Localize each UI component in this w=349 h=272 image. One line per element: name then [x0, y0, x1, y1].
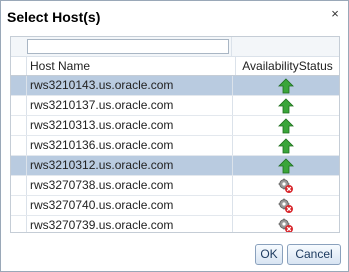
host-name-cell: rws3210143.us.oracle.com [27, 76, 233, 95]
filter-row [11, 37, 339, 57]
availability-status-cell [233, 156, 339, 175]
availability-status-cell [233, 216, 339, 232]
table-row[interactable]: rws3210313.us.oracle.com [11, 116, 339, 136]
availability-status-cell [233, 136, 339, 155]
table-body: rws3210143.us.oracle.com rws3210137.us.or… [11, 76, 339, 232]
gear-error-icon [278, 178, 294, 194]
up-arrow-icon [278, 137, 294, 154]
up-arrow-icon [278, 77, 294, 94]
host-name-cell: rws3210136.us.oracle.com [27, 136, 233, 155]
table-header: Host Name AvailabilityStatus [11, 57, 339, 76]
column-header-availability-status[interactable]: AvailabilityStatus [236, 57, 339, 75]
availability-status-cell [233, 96, 339, 115]
up-arrow-icon [278, 117, 294, 134]
up-arrow-icon [278, 97, 294, 114]
availability-status-cell [233, 176, 339, 195]
host-filter-input[interactable] [27, 39, 229, 54]
ok-button[interactable]: OK [255, 244, 283, 265]
gear-error-icon [278, 218, 294, 232]
gear-error-icon [278, 198, 294, 214]
dialog-title: Select Host(s) [7, 9, 101, 25]
table-row[interactable]: rws3210143.us.oracle.com [11, 76, 339, 96]
dialog-buttons: OK Cancel [255, 244, 341, 265]
host-name-cell: rws3270739.us.oracle.com [27, 216, 233, 232]
table-row[interactable]: rws3210312.us.oracle.com [11, 156, 339, 176]
table-row[interactable]: rws3210137.us.oracle.com [11, 96, 339, 116]
close-icon[interactable]: × [328, 7, 342, 21]
host-name-cell: rws3270738.us.oracle.com [27, 176, 233, 195]
host-name-cell: rws3210312.us.oracle.com [27, 156, 233, 175]
cancel-button[interactable]: Cancel [287, 244, 341, 265]
hosts-table: Host Name AvailabilityStatus rws3210143.… [10, 36, 340, 233]
table-row[interactable]: rws3270739.us.oracle.com [11, 216, 339, 232]
host-name-cell: rws3210137.us.oracle.com [27, 96, 233, 115]
column-header-host-name[interactable]: Host Name [27, 57, 236, 75]
select-hosts-dialog: Select Host(s) × Host Name AvailabilityS… [0, 0, 349, 272]
host-name-cell: rws3270740.us.oracle.com [27, 196, 233, 215]
up-arrow-icon [278, 157, 294, 174]
availability-status-cell [233, 196, 339, 215]
availability-status-cell [233, 76, 339, 95]
table-row[interactable]: rws3270738.us.oracle.com [11, 176, 339, 196]
availability-status-cell [233, 116, 339, 135]
table-row[interactable]: rws3270740.us.oracle.com [11, 196, 339, 216]
host-name-cell: rws3210313.us.oracle.com [27, 116, 233, 135]
table-row[interactable]: rws3210136.us.oracle.com [11, 136, 339, 156]
